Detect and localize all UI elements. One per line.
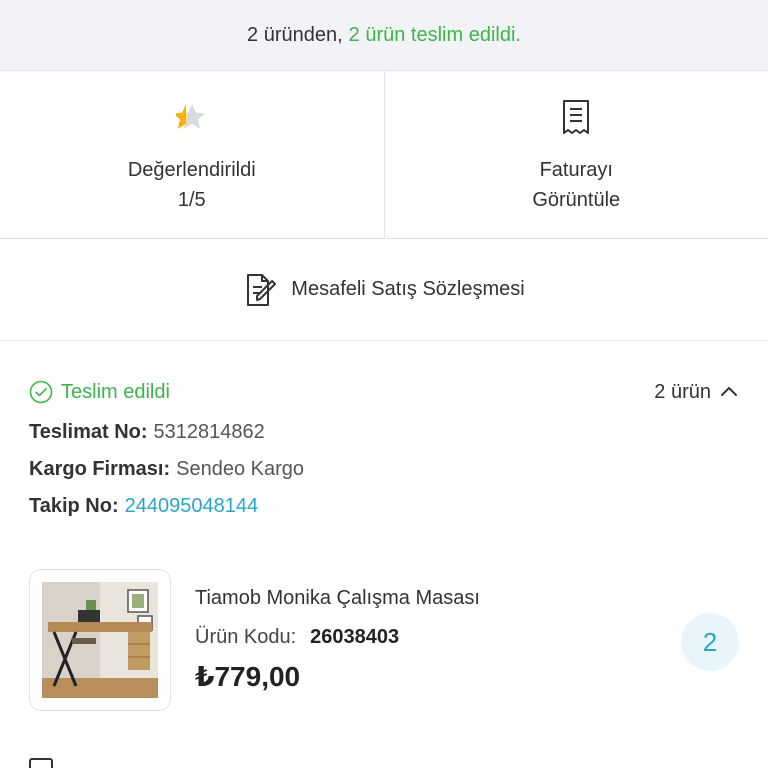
carrier-value: Sendeo Kargo	[176, 458, 305, 480]
items-toggle[interactable]: 2 ürün	[654, 381, 739, 404]
receipt-icon	[558, 99, 594, 135]
item-count: 2 ürün	[654, 380, 711, 403]
shipment-status-text: Teslim edildi	[61, 380, 170, 403]
carrier-label: Kargo Firması:	[29, 458, 171, 480]
order-actions: Değerlendirildi 1/5 Faturayı Görüntüle	[0, 71, 768, 239]
delivery-no-value: 5312814862	[153, 421, 265, 443]
view-invoice-action[interactable]: Faturayı Görüntüle	[383, 71, 768, 238]
summary-count-text: 2 üründen,	[247, 23, 343, 46]
star-icon	[174, 99, 210, 135]
rating-value: 1/5	[177, 189, 206, 211]
chevron-up-icon	[719, 382, 739, 402]
product-code-row: Ürün Kodu: 26038403	[195, 626, 399, 649]
tracking-label: Takip No:	[29, 495, 119, 517]
distance-sales-contract-button[interactable]: Mesafeli Satış Sözleşmesi	[0, 239, 768, 341]
delivery-summary-banner: 2 üründen, 2 ürün teslim edildi.	[0, 0, 768, 71]
document-edit-icon	[243, 272, 279, 308]
shipment-header: Teslim edildi 2 ürün	[29, 370, 739, 414]
carrier-row: Kargo Firması: Sendeo Kargo	[29, 451, 739, 488]
product-name[interactable]: Tiamob Monika Çalışma Masası	[195, 587, 480, 610]
shipment-status: Teslim edildi	[29, 380, 170, 404]
rating-label: Değerlendirildi	[127, 159, 256, 181]
shipment-section: Teslim edildi 2 ürün Teslimat No: 5312814…	[29, 370, 739, 525]
product-code-value: 26038403	[310, 626, 400, 648]
product-code-label: Ürün Kodu:	[195, 626, 297, 648]
summary-delivered-text: 2 ürün teslim edildi.	[348, 23, 521, 46]
next-row-icon	[29, 758, 53, 768]
tracking-number-link[interactable]: 244095048144	[125, 495, 258, 517]
product-image[interactable]	[29, 569, 171, 711]
product-price: ₺779,00	[195, 661, 301, 692]
contract-label: Mesafeli Satış Sözleşmesi	[291, 278, 525, 300]
product-item[interactable]: Tiamob Monika Çalışma Masası Ürün Kodu: 2…	[29, 569, 739, 713]
quantity-badge: 2	[681, 613, 739, 671]
invoice-label-line2: Görüntüle	[532, 189, 621, 211]
check-circle-icon	[29, 380, 53, 404]
tracking-row: Takip No: 244095048144	[29, 488, 739, 525]
rating-action[interactable]: Değerlendirildi 1/5	[0, 71, 384, 238]
invoice-label-line1: Faturayı	[539, 159, 613, 181]
delivery-no-label: Teslimat No:	[29, 421, 148, 443]
delivery-no-row: Teslimat No: 5312814862	[29, 414, 739, 451]
